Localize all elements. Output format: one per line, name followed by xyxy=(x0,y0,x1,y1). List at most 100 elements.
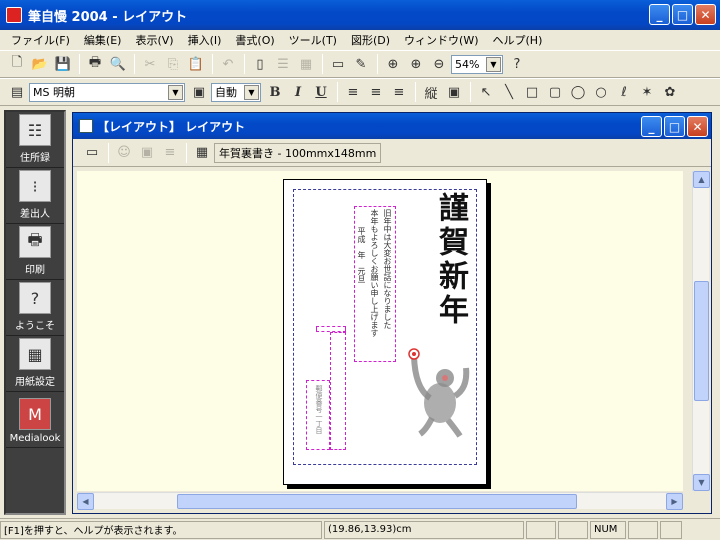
font-size-icon[interactable]: ▣ xyxy=(188,81,210,103)
address-box[interactable] xyxy=(330,332,346,450)
open-folder-icon[interactable]: 📂 xyxy=(29,53,51,75)
list-icon[interactable]: ☰ xyxy=(272,53,294,75)
font-name-select[interactable]: MS 明朝 ▼ xyxy=(29,82,185,102)
sidebar-item-label: Medialook xyxy=(9,433,61,444)
horizontal-scroll-thumb[interactable] xyxy=(177,494,577,509)
line-icon[interactable]: ╲ xyxy=(498,81,520,103)
menu-help[interactable]: ヘルプ(H) xyxy=(486,32,550,48)
save-icon[interactable]: 💾 xyxy=(52,53,74,75)
page-icon[interactable]: ▯ xyxy=(249,53,271,75)
child-title-bar[interactable]: 【レイアウト】 レイアウト _ □ ✕ xyxy=(73,113,711,139)
toolbar-separator xyxy=(377,54,378,74)
printer-icon: 🖶 xyxy=(19,226,51,258)
horizontal-scrollbar[interactable]: ◀ ▶ xyxy=(77,492,683,510)
font-size-select[interactable]: 自動 ▼ xyxy=(211,82,261,102)
style-icon[interactable]: ▤ xyxy=(6,81,28,103)
close-button[interactable]: ✕ xyxy=(695,4,716,25)
greeting-text[interactable]: 謹賀新年 xyxy=(428,192,472,352)
zoom-out-icon[interactable]: ⊖ xyxy=(428,53,450,75)
status-coordinates: (19.86,13.93)cm xyxy=(324,520,524,539)
zoom-select[interactable]: 54% ▼ xyxy=(451,54,503,74)
context-help-icon[interactable]: ? xyxy=(506,53,528,75)
layout-canvas[interactable]: 謹賀新年 旧年中は大変お世話になりました 本年もよろしくお願い申し上げます 平成… xyxy=(77,171,683,491)
sidebar-item-print[interactable]: 🖶 印刷 xyxy=(6,224,64,280)
monkey-illustration[interactable] xyxy=(400,348,470,438)
rectangle-icon[interactable]: □ xyxy=(521,81,543,103)
maximize-button[interactable]: □ xyxy=(672,4,693,25)
align-left-icon[interactable]: ≡ xyxy=(342,81,364,103)
child-minimize-button[interactable]: _ xyxy=(641,116,662,137)
frame-icon[interactable]: ▣ xyxy=(136,142,158,164)
page-setup-icon[interactable]: ▭ xyxy=(327,53,349,75)
italic-button[interactable]: I xyxy=(287,81,309,103)
scroll-left-icon[interactable]: ◀ xyxy=(77,493,94,510)
menu-bar: ファイル(F) 編集(E) 表示(V) 挿入(I) 書式(O) ツール(T) 図… xyxy=(0,30,720,50)
text-box-icon[interactable]: ▣ xyxy=(443,81,465,103)
scroll-right-icon[interactable]: ▶ xyxy=(666,493,683,510)
clipart-icon[interactable]: ✿ xyxy=(659,81,681,103)
freeform-icon[interactable]: ℓ xyxy=(613,81,635,103)
circle-icon[interactable]: ○ xyxy=(590,81,612,103)
menu-shapes[interactable]: 図形(D) xyxy=(344,32,397,48)
menu-tools[interactable]: ツール(T) xyxy=(282,32,344,48)
copy-icon[interactable]: ⎘ xyxy=(162,53,184,75)
vertical-scrollbar[interactable]: ▲ ▼ xyxy=(692,171,710,491)
main-title-bar[interactable]: 筆自慢 2004 - レイアウト _ □ ✕ xyxy=(0,0,720,30)
paper-type-icon[interactable]: ▦ xyxy=(191,142,213,164)
app-icon[interactable] xyxy=(6,7,22,23)
menu-format[interactable]: 書式(O) xyxy=(228,32,281,48)
align-center-icon[interactable]: ≡ xyxy=(365,81,387,103)
grid-icon[interactable]: ▦ xyxy=(295,53,317,75)
rounded-rect-icon[interactable]: ▢ xyxy=(544,81,566,103)
paper-size-label[interactable]: 年賀裏書き - 100mmx148mm xyxy=(214,142,382,163)
child-close-button[interactable]: ✕ xyxy=(687,116,708,137)
print-preview-icon[interactable]: 🔍 xyxy=(107,53,129,75)
pointer-icon[interactable]: ↖ xyxy=(475,81,497,103)
status-cell-empty xyxy=(628,520,658,539)
bold-button[interactable]: B xyxy=(264,81,286,103)
align-right-icon[interactable]: ≡ xyxy=(388,81,410,103)
layout-icon[interactable]: ▭ xyxy=(81,142,103,164)
minimize-button[interactable]: _ xyxy=(649,4,670,25)
underline-button[interactable]: U xyxy=(310,81,332,103)
chevron-down-icon[interactable]: ▼ xyxy=(168,84,183,100)
layout-child-window: 【レイアウト】 レイアウト _ □ ✕ ▭ ☺ ▣ ≡ ▦ 年賀裏書き - 10… xyxy=(72,112,712,514)
sidebar-item-welcome[interactable]: ? ようこそ xyxy=(6,280,64,336)
sidebar-item-paper-setup[interactable]: ▦ 用紙設定 xyxy=(6,336,64,392)
zoom-in-icon[interactable]: ⊕ xyxy=(405,53,427,75)
postcard[interactable]: 謹賀新年 旧年中は大変お世話になりました 本年もよろしくお願い申し上げます 平成… xyxy=(283,179,487,485)
welcome-icon: ? xyxy=(19,282,51,314)
paste-icon[interactable]: 📋 xyxy=(185,53,207,75)
menu-file[interactable]: ファイル(F) xyxy=(4,32,77,48)
face-icon[interactable]: ☺ xyxy=(113,142,135,164)
text-icon[interactable]: ≡ xyxy=(159,142,181,164)
chevron-down-icon[interactable]: ▼ xyxy=(244,84,259,100)
new-file-icon[interactable]: 🗋 xyxy=(6,53,28,75)
vertical-text-button[interactable]: 縦 xyxy=(420,81,442,103)
scroll-down-icon[interactable]: ▼ xyxy=(693,474,710,491)
spell-check-icon[interactable]: ✎ xyxy=(350,53,372,75)
menu-view[interactable]: 表示(V) xyxy=(128,32,180,48)
toolbar-separator xyxy=(244,54,245,74)
print-icon[interactable]: 🖶 xyxy=(84,53,106,75)
menu-insert[interactable]: 挿入(I) xyxy=(181,32,229,48)
font-size-value: 自動 xyxy=(215,86,237,99)
standard-toolbar: 🗋 📂 💾 🖶 🔍 ✂ ⎘ 📋 ↶ ▯ ☰ ▦ ▭ ✎ ⊕ ⊕ ⊖ 54% ▼ … xyxy=(0,50,720,78)
scroll-up-icon[interactable]: ▲ xyxy=(693,171,710,188)
cut-icon[interactable]: ✂ xyxy=(139,53,161,75)
sidebar-item-medialook[interactable]: M Medialook xyxy=(6,392,64,448)
menu-window[interactable]: ウィンドウ(W) xyxy=(397,32,485,48)
vertical-scroll-thumb[interactable] xyxy=(694,281,709,401)
window-title: 筆自慢 2004 - レイアウト xyxy=(28,9,188,25)
undo-icon[interactable]: ↶ xyxy=(217,53,239,75)
sidebar-item-address-book[interactable]: ☷ 住所録 xyxy=(6,112,64,168)
ellipse-icon[interactable]: ◯ xyxy=(567,81,589,103)
child-maximize-button[interactable]: □ xyxy=(664,116,685,137)
zoom-fit-icon[interactable]: ⊕ xyxy=(382,53,404,75)
message-box[interactable]: 旧年中は大変お世話になりました 本年もよろしくお願い申し上げます 平成 年 元旦 xyxy=(354,206,396,362)
sender-box[interactable]: 郵便番号一丁目 xyxy=(306,380,330,450)
star-icon[interactable]: ✶ xyxy=(636,81,658,103)
menu-edit[interactable]: 編集(E) xyxy=(77,32,129,48)
chevron-down-icon[interactable]: ▼ xyxy=(486,56,501,72)
sidebar-item-sender[interactable]: ⁝ 差出人 xyxy=(6,168,64,224)
